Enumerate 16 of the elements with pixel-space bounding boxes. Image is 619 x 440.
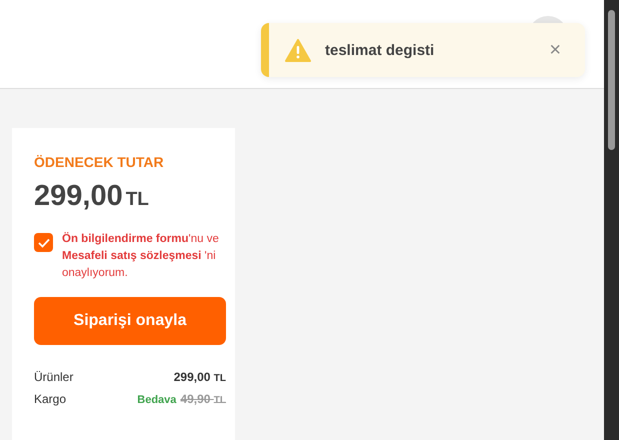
total-amount: 299,00	[34, 180, 123, 213]
warning-icon	[285, 38, 311, 62]
toast-message: teslimat degisti	[325, 42, 436, 58]
line-amount: 299,00 TL	[174, 370, 226, 384]
close-button[interactable]: ×	[549, 40, 561, 60]
terms-checkbox[interactable]	[34, 233, 53, 252]
scrollbar-thumb[interactable]	[608, 10, 615, 150]
free-shipping-label: Bedava	[137, 394, 176, 406]
line-amount: 49,90 TL	[180, 392, 226, 406]
check-icon	[38, 238, 50, 248]
currency: TL	[126, 189, 149, 211]
line-label: Ürünler	[34, 370, 74, 384]
confirm-order-button[interactable]: Siparişi onayla	[34, 297, 226, 345]
summary-title: ÖDENECEK TUTAR	[34, 154, 165, 170]
terms-text: Ön bilgilendirme formu'nu ve Mesafeli satış sözleşmesi 'ni onaylıyorum.	[62, 231, 219, 281]
line-label: Kargo	[34, 392, 66, 406]
